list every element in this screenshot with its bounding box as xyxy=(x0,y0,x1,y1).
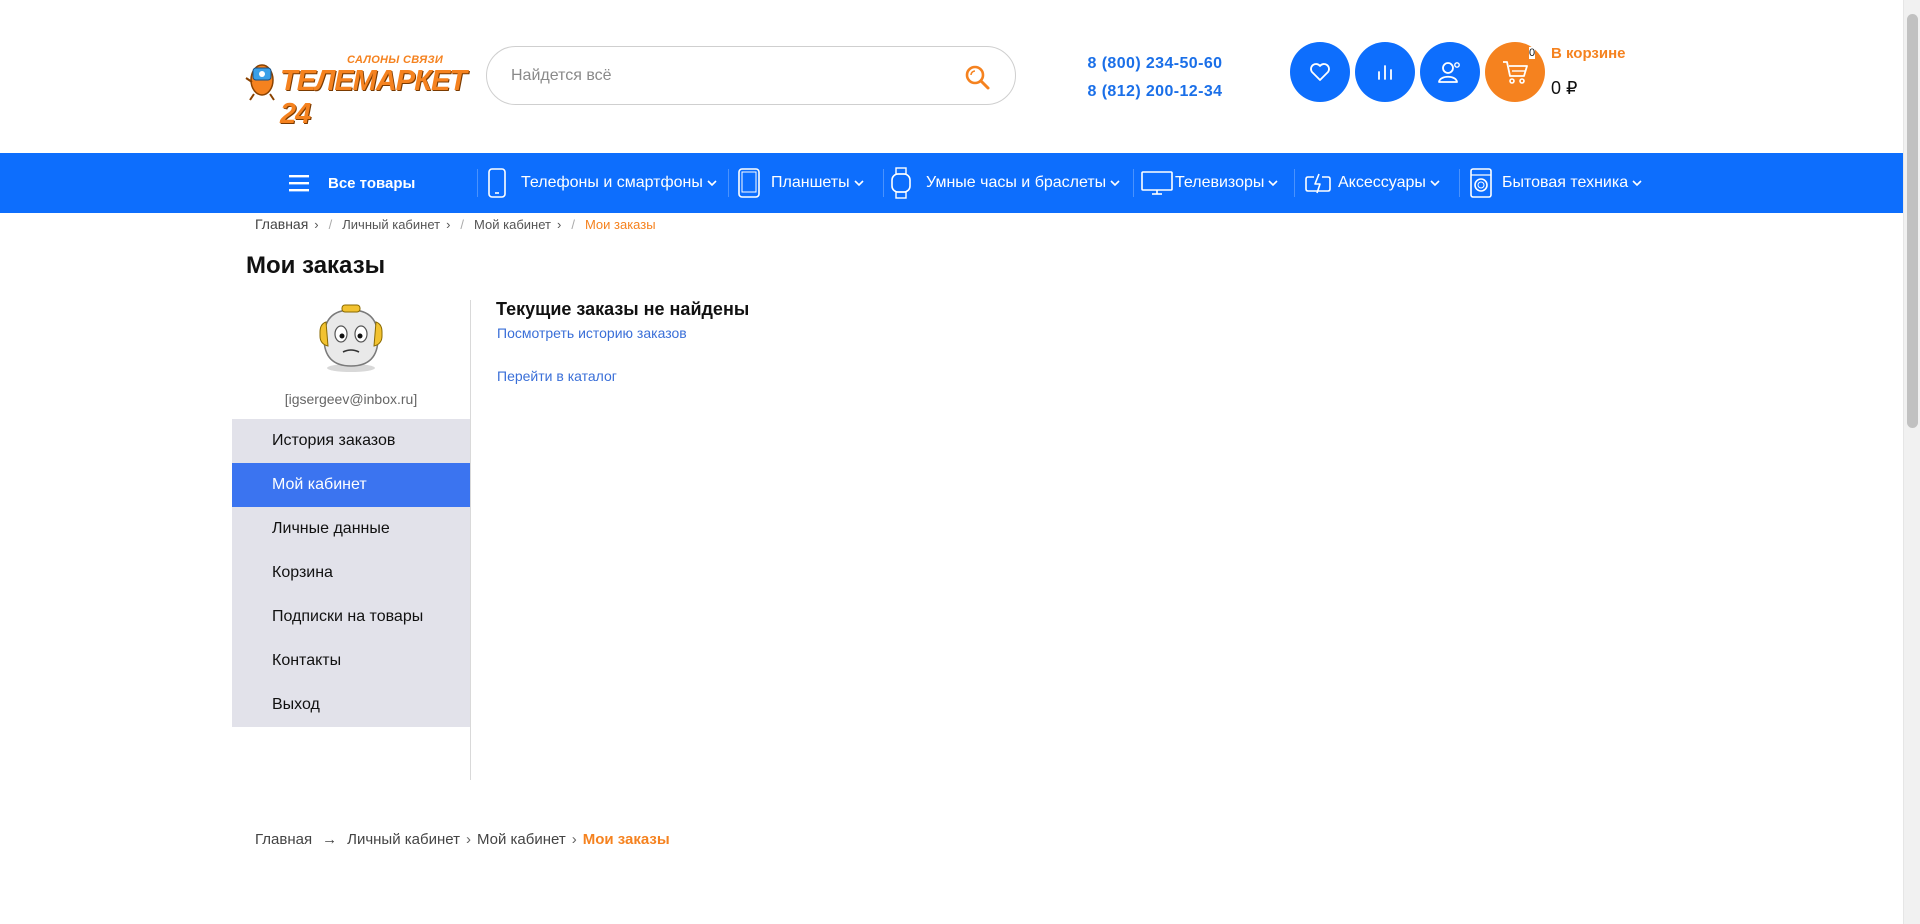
cart-button[interactable] xyxy=(1485,42,1545,102)
sidebar-item-personal-data[interactable]: Личные данные xyxy=(232,507,470,551)
catalog-link[interactable]: Перейти в каталог xyxy=(497,368,617,384)
chevron-down-icon xyxy=(1110,180,1120,187)
nav-item-tablets[interactable]: Планшеты xyxy=(737,153,864,213)
breadcrumb: Главная › / Личный кабинет › / Мой кабин… xyxy=(255,216,656,232)
phone-icon xyxy=(488,168,506,198)
sidebar-item-logout[interactable]: Выход xyxy=(232,683,470,727)
breadcrumb-footer: Главная → Личный кабинет › Мой кабинет ›… xyxy=(255,831,670,848)
nav-item-label: Телевизоры xyxy=(1175,174,1265,191)
sidebar-divider xyxy=(470,300,471,780)
breadcrumb-separator: / xyxy=(571,216,575,232)
breadcrumb-personal-account[interactable]: Личный кабинет xyxy=(342,217,440,232)
chevron-right-icon: › xyxy=(571,831,577,848)
empty-orders-title: Текущие заказы не найдены xyxy=(496,299,750,319)
compare-button[interactable] xyxy=(1355,42,1415,102)
favorites-button[interactable] xyxy=(1290,42,1350,102)
nav-divider xyxy=(1459,169,1460,197)
breadcrumb-home[interactable]: Главная xyxy=(255,831,312,848)
sidebar-item-subscriptions[interactable]: Подписки на товары xyxy=(232,595,470,639)
breadcrumb-current: Мои заказы xyxy=(584,216,656,232)
page-title: Мои заказы xyxy=(246,252,386,279)
nav-item-appliances[interactable]: Бытовая техника xyxy=(1470,153,1642,213)
tablet-icon xyxy=(738,168,760,198)
account-sidebar-menu: История заказов Мой кабинет Личные данны… xyxy=(232,419,470,727)
cart-icon xyxy=(1503,61,1528,84)
nav-item-label: Бытовая техника xyxy=(1502,174,1629,191)
logo-brand: ТЕЛЕМАРКЕТ 24 xyxy=(280,65,467,130)
search-bar xyxy=(486,46,1016,105)
user-icon xyxy=(1438,62,1460,83)
breadcrumb-current: Мои заказы xyxy=(582,831,670,848)
contact-phones: 8 (800) 234-50-60 8 (812) 200-12-34 xyxy=(1060,50,1250,106)
nav-item-label: Телефоны и смартфоны xyxy=(521,174,703,191)
phone-number-free[interactable]: 8 (800) 234-50-60 xyxy=(1060,50,1250,78)
search-icon[interactable] xyxy=(963,63,991,91)
chevron-down-icon xyxy=(707,180,717,187)
user-email: [igsergeev@inbox.ru] xyxy=(284,391,418,407)
nav-item-label: Аксессуары xyxy=(1338,174,1426,191)
nav-divider xyxy=(728,169,729,197)
nav-item-tvs[interactable]: Телевизоры xyxy=(1141,153,1278,213)
chevron-right-icon: › xyxy=(446,216,451,232)
sidebar-item-contacts[interactable]: Контакты xyxy=(232,639,470,683)
chevron-right-icon: › xyxy=(465,831,471,848)
breadcrumb-personal-account[interactable]: Личный кабинет xyxy=(347,831,460,848)
nav-divider xyxy=(1133,169,1134,197)
breadcrumb-my-cabinet[interactable]: Мой кабинет xyxy=(477,831,566,848)
sidebar-item-order-history[interactable]: История заказов xyxy=(232,419,470,463)
nav-item-label: Умные часы и браслеты xyxy=(926,174,1107,191)
nav-item-label: Планшеты xyxy=(771,174,850,191)
search-input[interactable] xyxy=(511,63,931,89)
order-history-link[interactable]: Посмотреть историю заказов xyxy=(497,325,687,341)
mascot-icon xyxy=(245,64,275,101)
site-header: САЛОНЫ СВЯЗИ ТЕЛЕМАРКЕТ 24 8 (800) 234-5… xyxy=(0,0,1903,153)
main-navigation: Все товары Телефоны и смартфоны Планшеты… xyxy=(0,153,1903,213)
chevron-right-icon: › xyxy=(314,216,319,232)
tv-icon xyxy=(1141,171,1173,195)
nav-divider xyxy=(477,169,478,197)
cart-sum: 0 ₽ xyxy=(1551,78,1578,98)
nav-item-accessories[interactable]: Аксессуары xyxy=(1304,153,1440,213)
sidebar-item-cart[interactable]: Корзина xyxy=(232,551,470,595)
chevron-down-icon xyxy=(1632,180,1642,187)
nav-divider xyxy=(1294,169,1295,197)
cart-label[interactable]: В корзине xyxy=(1551,45,1626,62)
chevron-down-icon xyxy=(1268,180,1278,187)
compare-icon xyxy=(1378,65,1392,80)
heart-icon xyxy=(1310,63,1330,81)
washer-icon xyxy=(1470,168,1492,198)
sidebar-item-my-cabinet[interactable]: Мой кабинет xyxy=(232,463,470,507)
breadcrumb-separator: / xyxy=(460,216,465,232)
chevron-right-icon: › xyxy=(556,216,562,232)
nav-divider xyxy=(883,169,884,197)
arrow-right-icon: → xyxy=(322,831,338,848)
all-goods-menu[interactable]: Все товары xyxy=(288,153,415,213)
nav-item-phones[interactable]: Телефоны и смартфоны xyxy=(487,153,717,213)
breadcrumb-my-cabinet[interactable]: Мой кабинет xyxy=(474,217,551,232)
user-avatar xyxy=(319,304,383,372)
account-button[interactable] xyxy=(1420,42,1480,102)
breadcrumb-separator: / xyxy=(328,216,333,232)
chevron-down-icon xyxy=(854,180,864,187)
page-scrollbar[interactable] xyxy=(1903,0,1920,924)
phone-number-spb[interactable]: 8 (812) 200-12-34 xyxy=(1060,78,1250,106)
chevron-down-icon xyxy=(1430,180,1440,187)
site-logo[interactable]: САЛОНЫ СВЯЗИ ТЕЛЕМАРКЕТ 24 xyxy=(244,50,467,130)
hamburger-icon xyxy=(289,175,309,192)
breadcrumb-home[interactable]: Главная xyxy=(255,216,308,232)
battery-icon xyxy=(1305,173,1331,194)
nav-item-smartwatches[interactable]: Умные часы и браслеты xyxy=(890,153,1120,213)
cart-count-badge: 0 xyxy=(1529,47,1536,59)
scrollbar-thumb[interactable] xyxy=(1907,14,1918,428)
all-goods-label: Все товары xyxy=(328,174,416,192)
watch-icon xyxy=(891,167,911,199)
